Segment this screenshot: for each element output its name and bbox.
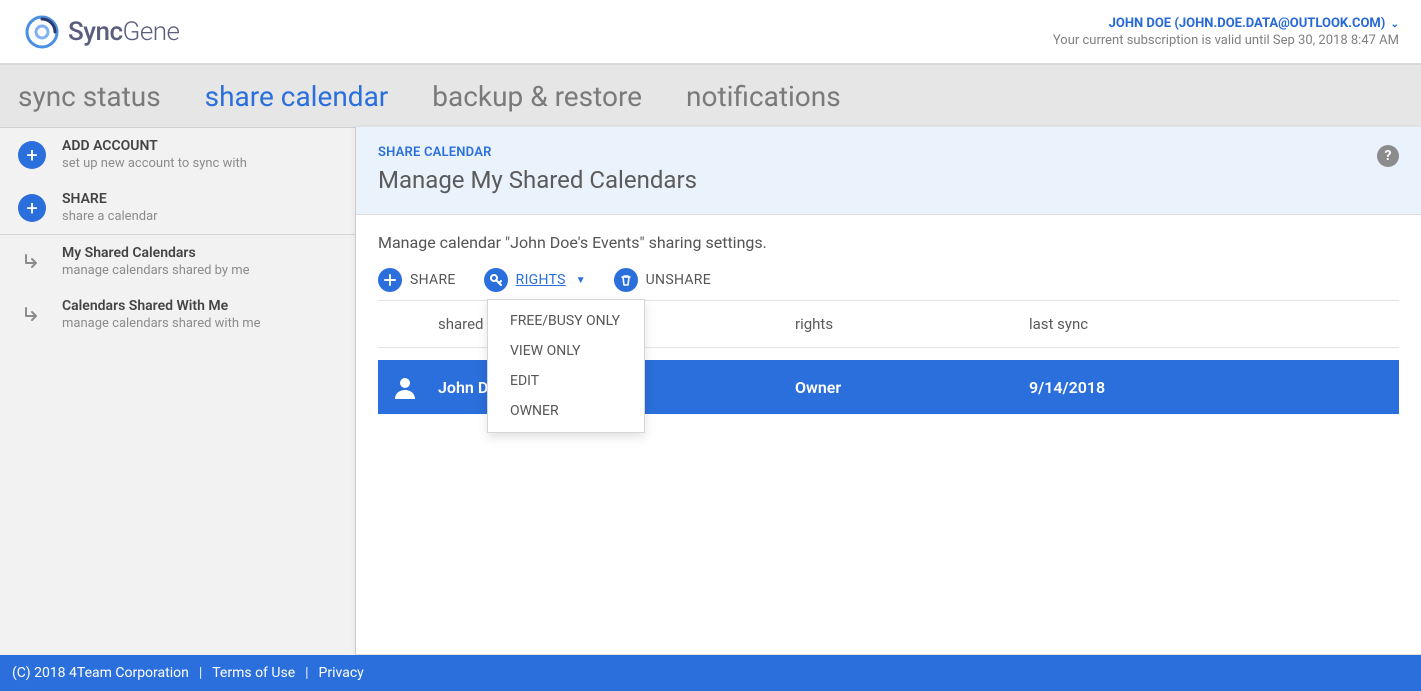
sidebar-item-subtitle: manage calendars shared with me — [62, 316, 261, 331]
cell-last-sync: 9/14/2018 — [1029, 378, 1399, 397]
syncgene-logo-icon — [22, 12, 62, 52]
share-button[interactable]: SHARE — [378, 268, 456, 292]
action-label: UNSHARE — [646, 272, 711, 288]
tab-share-calendar[interactable]: share calendar — [205, 80, 389, 113]
tab-sync-status[interactable]: sync status — [18, 80, 161, 113]
column-rights: rights — [795, 315, 1029, 333]
user-account-dropdown[interactable]: JOHN DOE (JOHN.DOE.DATA@OUTLOOK.COM) ⌄ — [1053, 16, 1399, 31]
brand-logo[interactable]: SyncGene — [22, 12, 180, 52]
sidebar-item-title: ADD ACCOUNT — [62, 138, 247, 154]
key-icon — [484, 268, 508, 292]
rights-dropdown-menu: FREE/BUSY ONLY VIEW ONLY EDIT OWNER — [487, 299, 645, 433]
user-email-label: JOHN DOE (JOHN.DOE.DATA@OUTLOOK.COM) — [1109, 16, 1386, 31]
sidebar-share[interactable]: + SHARE share a calendar — [0, 181, 355, 234]
main-tabs: sync status share calendar backup & rest… — [0, 64, 1421, 128]
rights-option-view-only[interactable]: VIEW ONLY — [488, 336, 644, 366]
sidebar: + ADD ACCOUNT set up new account to sync… — [0, 128, 356, 655]
content-header: SHARE CALENDAR Manage My Shared Calendar… — [356, 127, 1421, 215]
rights-option-free-busy[interactable]: FREE/BUSY ONLY — [488, 306, 644, 336]
action-bar: SHARE RIGHTS ▼ UNSHARE — [378, 268, 1399, 292]
breadcrumb: SHARE CALENDAR — [378, 145, 697, 160]
page-title: Manage My Shared Calendars — [378, 166, 697, 194]
rights-option-edit[interactable]: EDIT — [488, 366, 644, 396]
content-panel: SHARE CALENDAR Manage My Shared Calendar… — [356, 127, 1421, 654]
action-label: SHARE — [410, 272, 456, 288]
rights-option-owner[interactable]: OWNER — [488, 396, 644, 426]
subscription-status: Your current subscription is valid until… — [1053, 33, 1399, 48]
tab-notifications[interactable]: notifications — [686, 80, 841, 113]
action-label: RIGHTS — [516, 272, 566, 288]
footer-separator: | — [199, 665, 202, 681]
page-description: Manage calendar "John Doe's Events" shar… — [378, 233, 1399, 252]
sidebar-item-subtitle: share a calendar — [62, 209, 158, 224]
sidebar-my-shared-calendars[interactable]: My Shared Calendars manage calendars sha… — [0, 235, 355, 288]
unshare-button[interactable]: UNSHARE — [614, 268, 711, 292]
sub-arrow-icon — [18, 306, 46, 324]
footer: (C) 2018 4Team Corporation | Terms of Us… — [0, 655, 1421, 691]
brand-name: SyncGene — [68, 17, 180, 47]
rights-dropdown-button[interactable]: RIGHTS ▼ — [484, 268, 586, 292]
plus-circle-icon — [378, 268, 402, 292]
plus-circle-icon: + — [18, 194, 46, 222]
cell-rights: Owner — [795, 378, 1029, 397]
person-icon — [390, 374, 438, 400]
sidebar-item-subtitle: set up new account to sync with — [62, 156, 247, 171]
footer-terms-link[interactable]: Terms of Use — [212, 665, 295, 681]
sidebar-item-title: My Shared Calendars — [62, 245, 250, 261]
header-user-block: JOHN DOE (JOHN.DOE.DATA@OUTLOOK.COM) ⌄ Y… — [1053, 16, 1399, 48]
sidebar-calendars-shared-with-me[interactable]: Calendars Shared With Me manage calendar… — [0, 288, 355, 341]
sidebar-item-title: Calendars Shared With Me — [62, 298, 261, 314]
tab-backup-restore[interactable]: backup & restore — [432, 80, 642, 113]
sub-arrow-icon — [18, 253, 46, 271]
column-last-sync: last sync — [1029, 315, 1399, 333]
trash-icon — [614, 268, 638, 292]
sidebar-item-subtitle: manage calendars shared by me — [62, 263, 250, 278]
content-body: Manage calendar "John Doe's Events" shar… — [356, 215, 1421, 432]
caret-down-icon: ▼ — [576, 275, 586, 286]
plus-circle-icon: + — [18, 141, 46, 169]
footer-privacy-link[interactable]: Privacy — [319, 665, 364, 681]
sidebar-add-account[interactable]: + ADD ACCOUNT set up new account to sync… — [0, 128, 355, 181]
main-area: + ADD ACCOUNT set up new account to sync… — [0, 128, 1421, 655]
sidebar-item-title: SHARE — [62, 191, 158, 207]
chevron-down-icon: ⌄ — [1391, 19, 1399, 30]
footer-copyright: (C) 2018 4Team Corporation — [12, 665, 189, 681]
app-header: SyncGene JOHN DOE (JOHN.DOE.DATA@OUTLOOK… — [0, 0, 1421, 64]
help-icon[interactable]: ? — [1377, 145, 1399, 167]
footer-separator: | — [305, 665, 308, 681]
